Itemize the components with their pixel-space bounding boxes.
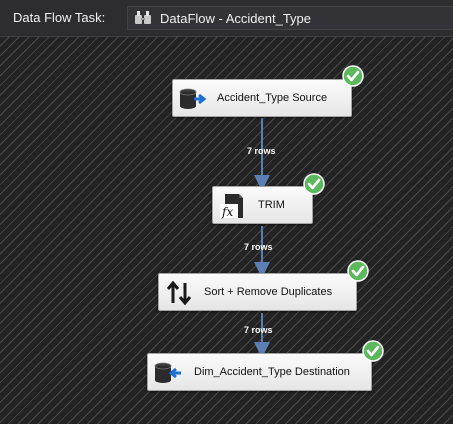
svg-text:fx: fx bbox=[221, 205, 233, 219]
component-accident-type-source[interactable]: Accident_Type Source bbox=[172, 79, 352, 117]
component-label: TRIM bbox=[258, 199, 285, 211]
component-label: Accident_Type Source bbox=[217, 92, 328, 104]
success-check-icon bbox=[303, 173, 325, 195]
selected-task-text: DataFlow - Accident_Type bbox=[160, 11, 312, 26]
success-check-icon bbox=[362, 340, 384, 362]
derived-column-fx-icon: fx bbox=[220, 194, 243, 219]
component-label: Dim_Accident_Type Destination bbox=[194, 366, 350, 378]
design-canvas[interactable]: 7 rows 7 rows 7 rows Accident_Type Sourc… bbox=[0, 37, 453, 424]
data-flow-task-dropdown[interactable]: DataFlow - Accident_Type bbox=[127, 6, 453, 30]
success-check-icon bbox=[342, 65, 364, 87]
source-cylinder-icon bbox=[179, 88, 207, 109]
data-flow-task-icon bbox=[135, 11, 151, 24]
success-check-icon bbox=[347, 260, 369, 282]
rows-count-label: 7 rows bbox=[244, 242, 273, 252]
component-label: Sort + Remove Duplicates bbox=[204, 286, 333, 298]
sort-arrows-icon bbox=[166, 281, 192, 305]
component-trim[interactable]: fx TRIM bbox=[212, 186, 313, 224]
rows-count-label: 7 rows bbox=[244, 325, 273, 335]
rows-count-label: 7 rows bbox=[247, 146, 276, 156]
component-dim-accident-type-destination[interactable]: Dim_Accident_Type Destination bbox=[147, 353, 372, 391]
destination-cylinder-icon bbox=[154, 362, 181, 383]
designer-header: Data Flow Task: DataFlow - Accident_Type bbox=[0, 0, 453, 37]
component-sort-remove-duplicates[interactable]: Sort + Remove Duplicates bbox=[158, 273, 357, 311]
data-flow-task-label: Data Flow Task: bbox=[13, 10, 106, 25]
